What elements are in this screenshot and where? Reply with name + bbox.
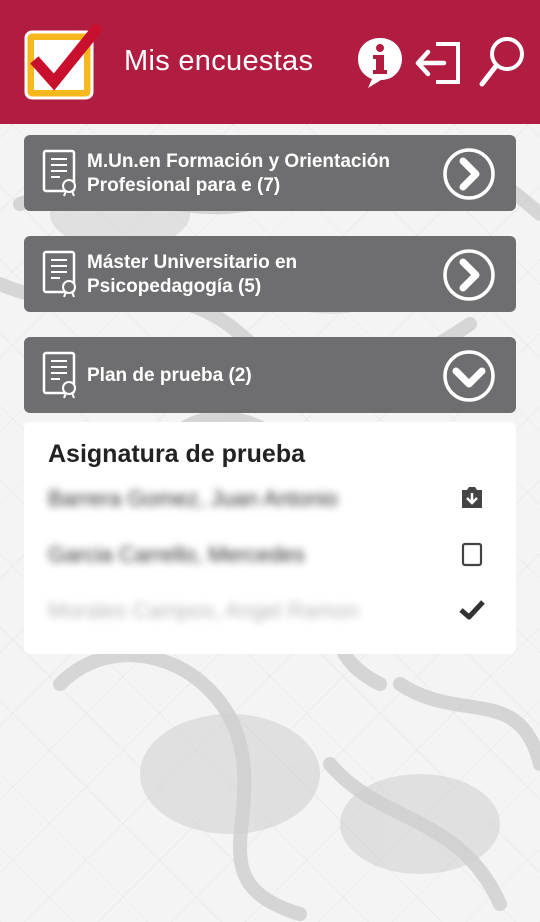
download-icon[interactable]	[458, 484, 486, 512]
checkbox-logo-icon	[24, 24, 102, 100]
subject-panel: Asignatura de prueba Barrera Gomez, Juan…	[24, 422, 516, 654]
professor-name: Garcia Carrello, Mercedes	[48, 542, 305, 567]
professor-row[interactable]: Barrera Gomez, Juan Antonio	[24, 474, 516, 524]
chevron-right-circle-icon[interactable]	[442, 147, 496, 201]
checkmark-icon[interactable]	[458, 596, 486, 624]
professor-name: Morales Campos, Angel Ramon	[48, 598, 359, 623]
page-title: Mis encuestas	[124, 45, 314, 77]
search-icon[interactable]	[474, 34, 530, 90]
program-card-expanded[interactable]: Plan de prueba (2)	[24, 337, 516, 413]
professor-name: Barrera Gomez, Juan Antonio	[48, 486, 338, 511]
professor-row[interactable]: Garcia Carrello, Mercedes	[24, 530, 516, 580]
program-label: Plan de prueba (2)	[87, 365, 252, 386]
program-card[interactable]: M.Un.en Formación y Orientación Profesio…	[24, 135, 516, 211]
professor-row[interactable]: Morales Campos, Angel Ramon	[24, 586, 516, 636]
program-label: Máster Universitario en Psicopedagogía (…	[87, 252, 298, 297]
program-label: M.Un.en Formación y Orientación Profesio…	[87, 151, 390, 196]
certificate-doc-icon	[42, 250, 76, 298]
logout-icon[interactable]	[412, 34, 464, 90]
program-card[interactable]: Máster Universitario en Psicopedagogía (…	[24, 236, 516, 312]
app-header: Mis encuestas	[0, 0, 540, 124]
chevron-down-circle-icon[interactable]	[442, 349, 496, 403]
chevron-right-circle-icon[interactable]	[442, 248, 496, 302]
certificate-doc-icon	[42, 149, 76, 197]
info-icon[interactable]	[354, 34, 406, 90]
certificate-doc-icon	[42, 351, 76, 399]
subject-title: Asignatura de prueba	[48, 440, 305, 468]
empty-checkbox-icon[interactable]	[458, 540, 486, 568]
